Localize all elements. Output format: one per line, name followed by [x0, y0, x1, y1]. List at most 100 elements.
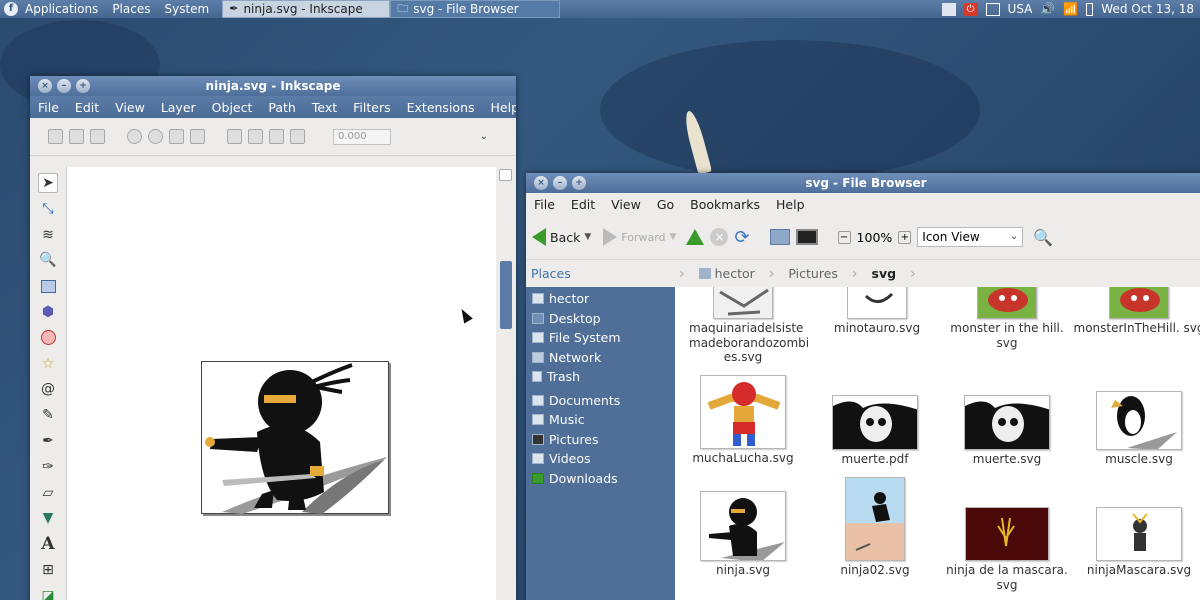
- menu-file[interactable]: File: [526, 197, 563, 212]
- rotate-cw-icon[interactable]: [148, 129, 163, 144]
- menu-filters[interactable]: Filters: [345, 100, 398, 115]
- close-icon[interactable]: ×: [534, 176, 548, 190]
- calligraphy-tool-icon[interactable]: ✑: [38, 457, 58, 477]
- box3d-tool-icon[interactable]: ⬢: [38, 302, 58, 322]
- sidebar-item-music[interactable]: Music: [526, 410, 675, 430]
- menu-layer[interactable]: Layer: [153, 100, 204, 115]
- menu-file[interactable]: File: [30, 100, 67, 115]
- chevron-down-icon[interactable]: ▼: [670, 232, 677, 242]
- vertical-scrollbar[interactable]: [496, 167, 516, 600]
- file-item[interactable]: ninja02.svg: [809, 477, 941, 578]
- file-item[interactable]: maquinariadelsiste madeborandozombi es.s…: [677, 287, 809, 365]
- raise-icon[interactable]: [248, 129, 263, 144]
- search-icon[interactable]: 🔍: [1033, 228, 1053, 247]
- deselect-icon[interactable]: [90, 129, 105, 144]
- star-tool-icon[interactable]: ☆: [38, 354, 58, 374]
- sidebar-item-pictures[interactable]: Pictures: [526, 430, 675, 450]
- menu-edit[interactable]: Edit: [67, 100, 107, 115]
- file-item[interactable]: monsterInTheHill. svg: [1073, 287, 1200, 336]
- menu-view[interactable]: View: [107, 100, 153, 115]
- computer-icon[interactable]: [795, 229, 818, 245]
- x-coordinate-spinbox[interactable]: 0.000: [333, 128, 391, 145]
- menu-object[interactable]: Object: [204, 100, 261, 115]
- panel-menu-places[interactable]: Places: [105, 0, 157, 18]
- menu-help[interactable]: Help: [483, 100, 516, 115]
- select-all-layers-icon[interactable]: [69, 129, 84, 144]
- stop-icon[interactable]: ×: [710, 228, 729, 246]
- file-item[interactable]: muscle.svg: [1073, 391, 1200, 467]
- spiral-tool-icon[interactable]: @: [38, 379, 58, 399]
- menu-bookmarks[interactable]: Bookmarks: [682, 197, 768, 212]
- notification-icon[interactable]: [941, 2, 956, 16]
- file-item[interactable]: muerte.pdf: [809, 395, 941, 467]
- minimize-icon[interactable]: –: [57, 79, 71, 93]
- maximize-icon[interactable]: +: [76, 79, 90, 93]
- sidebar-item-downloads[interactable]: Downloads: [526, 469, 675, 489]
- sidebar-item-trash[interactable]: Trash: [526, 367, 675, 387]
- panel-menu-system[interactable]: System: [157, 0, 216, 18]
- drawing-canvas[interactable]: [66, 167, 496, 600]
- file-item[interactable]: ninja.svg: [677, 491, 809, 578]
- gradient-tool-icon[interactable]: ◪: [38, 586, 58, 600]
- view-mode-select[interactable]: Icon View ⌄: [917, 227, 1024, 247]
- sidebar-item-documents[interactable]: Documents: [526, 391, 675, 411]
- zoom-in-icon[interactable]: +: [898, 230, 912, 244]
- menu-extensions[interactable]: Extensions: [399, 100, 483, 115]
- menu-text[interactable]: Text: [304, 100, 345, 115]
- file-item[interactable]: muerte.svg: [941, 395, 1073, 467]
- sidebar-item-network[interactable]: Network: [526, 348, 675, 368]
- file-item[interactable]: minotauro.svg: [811, 287, 943, 336]
- menu-path[interactable]: Path: [260, 100, 303, 115]
- forward-button[interactable]: Forward ▼: [603, 228, 676, 246]
- power-icon[interactable]: ⏻: [963, 2, 978, 16]
- up-icon[interactable]: [686, 229, 705, 245]
- home-icon[interactable]: [769, 229, 790, 245]
- bucket-tool-icon[interactable]: ▼: [38, 508, 58, 528]
- selector-tool-icon[interactable]: ➤: [38, 173, 58, 193]
- back-button[interactable]: Back ▼: [532, 228, 591, 246]
- tweak-tool-icon[interactable]: ≋: [38, 225, 58, 245]
- reload-icon[interactable]: ⟳: [734, 227, 749, 248]
- rotate-ccw-icon[interactable]: [127, 129, 142, 144]
- places-header[interactable]: Places: [526, 266, 675, 281]
- eraser-tool-icon[interactable]: ▱: [38, 483, 58, 503]
- menu-view[interactable]: View: [603, 197, 649, 212]
- lower-icon[interactable]: [269, 129, 284, 144]
- scrollbar-thumb[interactable]: [500, 261, 512, 329]
- text-tool-icon[interactable]: A: [38, 534, 58, 554]
- file-item[interactable]: muchaLucha.svg: [677, 375, 809, 466]
- ellipse-tool-icon[interactable]: [38, 328, 58, 348]
- scroll-lock-icon[interactable]: [499, 169, 512, 181]
- minimize-icon[interactable]: –: [553, 176, 567, 190]
- maximize-icon[interactable]: +: [572, 176, 586, 190]
- connector-tool-icon[interactable]: ⊞: [38, 560, 58, 580]
- breadcrumb-svg[interactable]: svg: [858, 266, 911, 281]
- panel-menu-applications[interactable]: Applications: [18, 0, 105, 18]
- flip-vertical-icon[interactable]: [190, 129, 205, 144]
- menu-edit[interactable]: Edit: [563, 197, 603, 212]
- chevron-down-icon[interactable]: ▼: [584, 232, 591, 242]
- file-item[interactable]: ninjaMascara.svg: [1073, 507, 1200, 578]
- pencil-tool-icon[interactable]: ✎: [38, 405, 58, 425]
- clock[interactable]: Wed Oct 13, 18: [1101, 2, 1194, 16]
- inkscape-titlebar[interactable]: × – + ninja.svg - Inkscape: [30, 76, 516, 96]
- lower-to-bottom-icon[interactable]: [290, 129, 305, 144]
- file-icon-view[interactable]: maquinariadelsiste madeborandozombi es.s…: [675, 287, 1200, 600]
- zoom-tool-icon[interactable]: 🔍: [38, 250, 58, 270]
- chevron-down-icon[interactable]: ⌄: [480, 131, 488, 142]
- taskbar-button-filebrowser[interactable]: 🗀 svg - File Browser: [390, 0, 561, 18]
- rect-tool-icon[interactable]: [38, 276, 58, 296]
- pen-tool-icon[interactable]: ✒: [38, 431, 58, 451]
- zoom-out-icon[interactable]: −: [837, 230, 851, 244]
- close-icon[interactable]: ×: [38, 79, 52, 93]
- sidebar-item-hector[interactable]: hector: [526, 289, 675, 309]
- volume-icon[interactable]: 🔊: [1040, 2, 1055, 16]
- node-tool-icon[interactable]: ⤡: [38, 199, 58, 219]
- wifi-icon[interactable]: 📶: [1063, 2, 1078, 16]
- raise-to-top-icon[interactable]: [227, 129, 242, 144]
- display-icon[interactable]: [985, 2, 1000, 16]
- sidebar-item-filesystem[interactable]: File System: [526, 328, 675, 348]
- menu-help[interactable]: Help: [768, 197, 813, 212]
- select-all-icon[interactable]: [48, 129, 63, 144]
- breadcrumb-pictures[interactable]: Pictures: [774, 266, 852, 281]
